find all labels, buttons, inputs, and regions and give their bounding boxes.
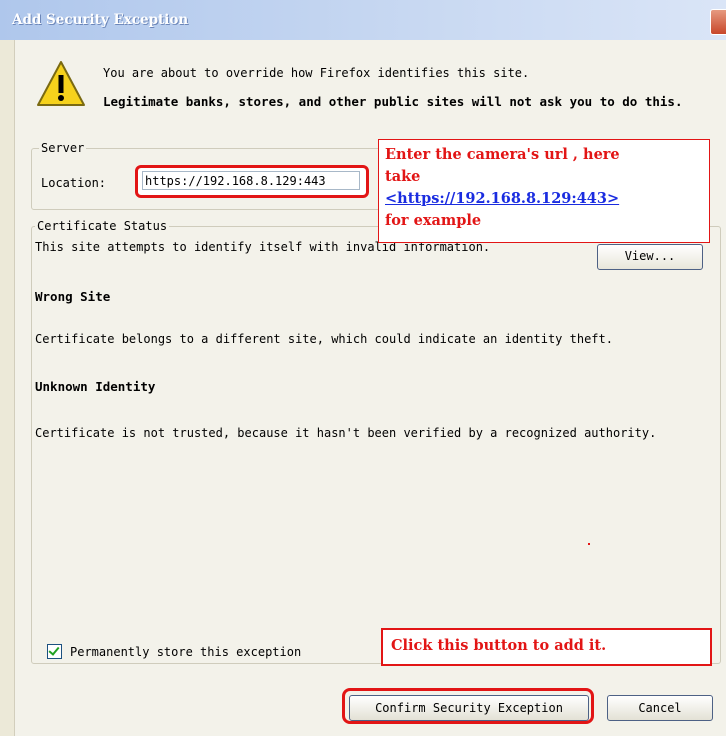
url-annotation: Enter the camera's url , here take <http… [378,139,710,243]
view-button[interactable]: View... [597,244,703,270]
warning-text: Legitimate banks, stores, and other publ… [103,94,683,109]
location-label: Location: [41,176,107,190]
window-title: Add Security Exception [12,12,189,28]
stray-dot [588,543,590,545]
server-legend: Server [39,141,87,155]
location-field-highlight [135,165,369,198]
url-annotation-link: <https://192.168.8.129:443> [385,190,620,207]
title-bar: Add Security Exception [0,0,726,40]
cancel-button[interactable]: Cancel [607,695,713,721]
permanent-store-checkbox[interactable] [47,644,62,659]
wrong-site-heading: Wrong Site [35,289,111,304]
unknown-identity-heading: Unknown Identity [35,379,156,394]
url-annotation-line2: take [385,168,421,185]
url-annotation-line1: Enter the camera's url , here [385,146,620,163]
certificate-legend: Certificate Status [35,219,170,233]
button-annotation: Click this button to add it. [381,628,712,666]
intro-text: You are about to override how Firefox id… [103,66,530,80]
location-input[interactable] [142,171,360,190]
warning-icon [37,61,85,106]
close-icon[interactable] [710,9,726,35]
certificate-status-group [31,226,721,664]
wrong-site-text: Certificate belongs to a different site,… [35,332,613,346]
url-annotation-line4: for example [385,212,482,229]
permanent-store-label: Permanently store this exception [70,644,302,659]
unknown-identity-text: Certificate is not trusted, because it h… [35,426,657,440]
permanent-store-row[interactable]: Permanently store this exception [47,644,301,659]
confirm-button-highlight [342,688,594,724]
